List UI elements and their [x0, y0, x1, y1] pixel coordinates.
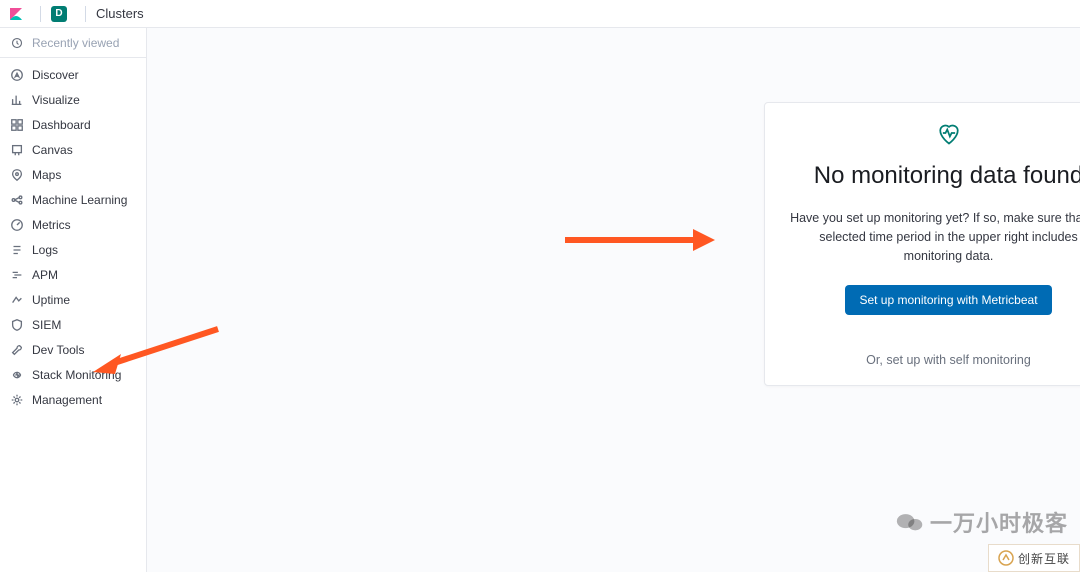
watermark: 一万小时极客 [896, 506, 1068, 538]
monitoring-icon [10, 368, 24, 382]
header: D Clusters [0, 0, 1080, 28]
sidebar-item-label: Machine Learning [32, 193, 127, 207]
clock-icon [10, 36, 24, 50]
setup-metricbeat-button[interactable]: Set up monitoring with Metricbeat [845, 285, 1051, 315]
sidebar-item-machine-learning[interactable]: Machine Learning [0, 187, 146, 212]
dashboard-icon [10, 118, 24, 132]
header-divider [85, 6, 86, 22]
sidebar-item-label: Visualize [32, 93, 80, 107]
sidebar-item-label: Dashboard [32, 118, 91, 132]
self-monitoring-link[interactable]: Or, set up with self monitoring [785, 353, 1080, 367]
sidebar-item-label: Uptime [32, 293, 70, 307]
gear-icon [10, 393, 24, 407]
sidebar-item-maps[interactable]: Maps [0, 162, 146, 187]
sidebar-item-discover[interactable]: Discover [0, 62, 146, 87]
content: Recently viewed Discover Visualize Dashb… [0, 28, 1080, 572]
sidebar-item-label: Maps [32, 168, 61, 182]
brand-badge-text: 创新互联 [1018, 550, 1070, 567]
sidebar-item-label: Canvas [32, 143, 73, 157]
sidebar: Recently viewed Discover Visualize Dashb… [0, 28, 147, 572]
breadcrumb: Clusters [96, 6, 144, 21]
monitoring-card: No monitoring data found Have you set up… [764, 102, 1080, 386]
annotation-arrow-icon [565, 225, 715, 255]
wechat-icon [896, 511, 924, 533]
watermark-text: 一万小时极客 [930, 506, 1068, 538]
card-description: Have you set up monitoring yet? If so, m… [785, 209, 1080, 265]
sidebar-item-apm[interactable]: APM [0, 262, 146, 287]
logs-icon [10, 243, 24, 257]
sidebar-item-label: Dev Tools [32, 343, 84, 357]
sidebar-item-uptime[interactable]: Uptime [0, 287, 146, 312]
recently-viewed[interactable]: Recently viewed [0, 28, 146, 58]
header-divider [40, 6, 41, 22]
sidebar-item-label: Logs [32, 243, 58, 257]
sidebar-item-dashboard[interactable]: Dashboard [0, 112, 146, 137]
maps-icon [10, 168, 24, 182]
sidebar-item-metrics[interactable]: Metrics [0, 212, 146, 237]
recently-viewed-label: Recently viewed [32, 36, 119, 50]
apm-icon [10, 268, 24, 282]
dev-tools-icon [10, 343, 24, 357]
sidebar-item-visualize[interactable]: Visualize [0, 87, 146, 112]
sidebar-item-label: APM [32, 268, 58, 282]
brand-badge-icon [998, 550, 1014, 566]
sidebar-item-logs[interactable]: Logs [0, 237, 146, 262]
sidebar-item-label: Metrics [32, 218, 71, 232]
discover-icon [10, 68, 24, 82]
canvas-icon [10, 143, 24, 157]
ml-icon [10, 193, 24, 207]
sidebar-item-label: Management [32, 393, 102, 407]
sidebar-item-label: SIEM [32, 318, 61, 332]
sidebar-item-canvas[interactable]: Canvas [0, 137, 146, 162]
heartbeat-icon [785, 119, 1080, 150]
space-badge[interactable]: D [51, 6, 67, 22]
brand-badge: 创新互联 [988, 544, 1080, 572]
annotation-arrow-icon [93, 324, 223, 374]
card-title: No monitoring data found [785, 160, 1080, 191]
kibana-logo-icon[interactable] [8, 6, 24, 22]
visualize-icon [10, 93, 24, 107]
main: No monitoring data found Have you set up… [147, 28, 1080, 572]
metrics-icon [10, 218, 24, 232]
sidebar-item-label: Discover [32, 68, 79, 82]
sidebar-item-management[interactable]: Management [0, 387, 146, 412]
uptime-icon [10, 293, 24, 307]
siem-icon [10, 318, 24, 332]
